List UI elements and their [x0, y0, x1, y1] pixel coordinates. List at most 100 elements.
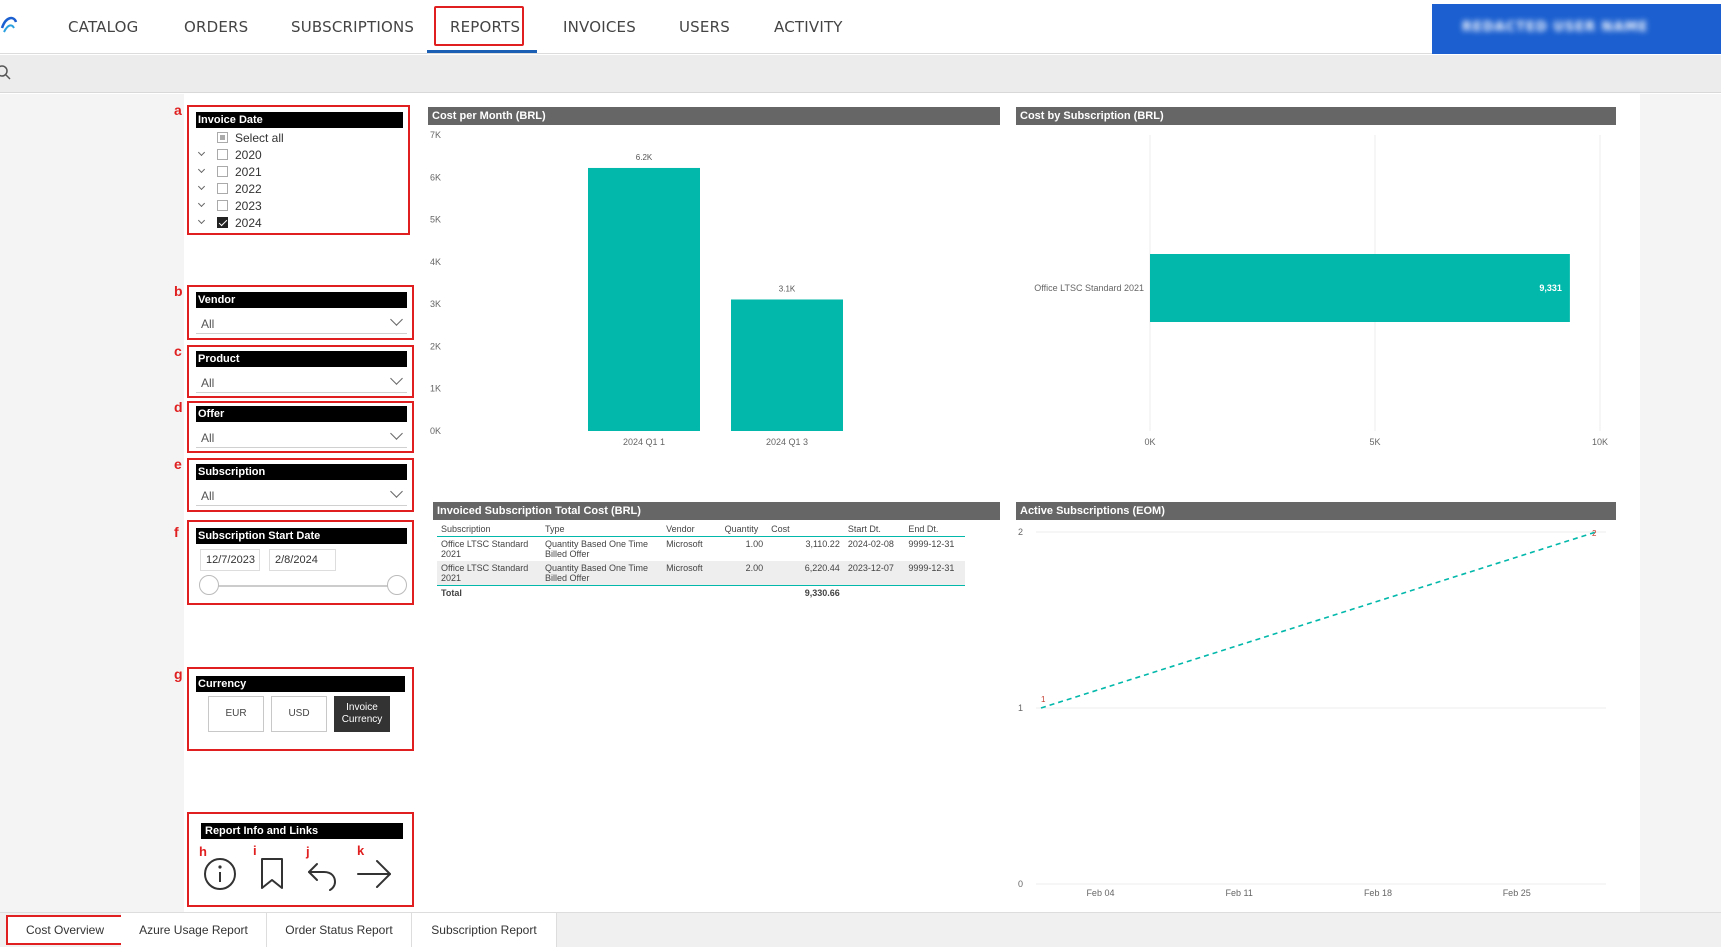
column-header[interactable]: Subscription — [437, 522, 541, 537]
report-info-links: Report Info and Links h i j k — [187, 812, 414, 907]
nav-tab-activity[interactable]: ACTIVITY — [774, 18, 843, 36]
arrow-right-icon[interactable] — [355, 856, 395, 892]
offer-slicer[interactable]: Offer All — [187, 401, 414, 453]
info-icon[interactable] — [202, 856, 238, 892]
column-header-sorted[interactable]: Start Dt. — [844, 522, 905, 537]
point-data-label: 1 — [1041, 695, 1046, 704]
date-slider-track[interactable] — [209, 585, 399, 587]
expand-chevron-icon[interactable] — [197, 216, 206, 225]
bar[interactable] — [588, 167, 700, 432]
currency-eur-button[interactable]: EUR — [208, 696, 264, 732]
currency-usd-button[interactable]: USD — [271, 696, 327, 732]
y-axis-tick-label: 2K — [430, 341, 441, 351]
chevron-down-icon[interactable] — [390, 427, 403, 440]
expand-chevron-icon[interactable] — [197, 199, 206, 208]
page-tab-order-status[interactable]: Order Status Report — [267, 913, 412, 947]
column-header[interactable]: Type — [541, 522, 662, 537]
report-info-title: Report Info and Links — [201, 823, 403, 839]
column-header[interactable]: Cost — [767, 522, 844, 537]
annotation-letter-e: e — [174, 456, 182, 472]
bar-data-label: 9,331 — [1539, 283, 1562, 293]
invoice-date-slicer: Invoice Date Select all 2020 2021 2022 2… — [187, 105, 410, 235]
table-row[interactable]: Office LTSC Standard 2021 Quantity Based… — [437, 561, 965, 586]
table-row[interactable]: Office LTSC Standard 2021 Quantity Based… — [437, 537, 965, 562]
logo-icon — [0, 16, 18, 33]
chevron-down-icon[interactable] — [390, 485, 403, 498]
table-cell: Office LTSC Standard 2021 — [441, 563, 529, 583]
year-label: 2024 — [235, 216, 262, 230]
nav-tab-subscriptions[interactable]: SUBSCRIPTIONS — [291, 18, 414, 36]
select-all-checkbox[interactable] — [217, 132, 228, 143]
y-axis-tick-label: 7K — [430, 130, 441, 140]
date-slider-end-handle[interactable] — [387, 575, 407, 595]
search-icon[interactable] — [0, 65, 12, 81]
dropdown-underline — [196, 333, 407, 334]
vendor-slicer[interactable]: Vendor All — [187, 285, 414, 340]
annotation-letter-i: i — [253, 843, 257, 858]
series-line — [1040, 531, 1597, 709]
dropdown-underline — [196, 447, 407, 448]
x-axis-tick-label: Feb 04 — [1086, 888, 1114, 898]
invoice-date-title: Invoice Date — [196, 112, 403, 128]
bar[interactable] — [1150, 254, 1570, 322]
active-subscriptions-chart[interactable]: 0 1 2 Feb 04 Feb 11 Feb 18 Feb 25 1 2 — [1016, 522, 1616, 907]
report-page-tabs: Cost Overview Azure Usage Report Order S… — [0, 912, 1721, 947]
expand-chevron-icon[interactable] — [197, 148, 206, 157]
bar[interactable] — [731, 299, 843, 431]
currency-invoice-button[interactable]: Invoice Currency — [334, 696, 390, 732]
report-canvas: a Invoice Date Select all 2020 2021 2022 — [174, 94, 1640, 912]
table-header-row: Subscription Type Vendor Quantity Cost S… — [437, 522, 965, 537]
annotation-letter-d: d — [174, 399, 183, 415]
cost-by-subscription-chart[interactable]: 0K 5K 10K 9,331 Office LTSC Standard 2021 — [1016, 127, 1616, 449]
column-header[interactable]: Quantity — [721, 522, 767, 537]
nav-tab-catalog[interactable]: CATALOG — [68, 18, 138, 36]
total-value: 9,330.66 — [804, 588, 840, 598]
x-axis-tick-label: 10K — [1592, 437, 1608, 447]
user-name: REDACTED USER NAME — [1462, 20, 1649, 34]
invoiced-subscription-table: Subscription Type Vendor Quantity Cost S… — [437, 522, 965, 600]
page-tab-cost-overview[interactable]: Cost Overview — [6, 915, 124, 945]
cost-per-month-chart[interactable]: 0K 1K 2K 3K 4K 5K 6K 7K 6.2K 2024 Q1 1 3.1K 2024 Q1… — [428, 127, 1000, 449]
product-slicer[interactable]: Product All — [187, 345, 414, 398]
offer-title: Offer — [196, 406, 407, 422]
page-tab-subscription-report[interactable]: Subscription Report — [412, 913, 557, 947]
subscription-slicer[interactable]: Subscription All — [187, 458, 414, 512]
expand-chevron-icon[interactable] — [197, 165, 206, 174]
year-checkbox[interactable] — [217, 166, 228, 177]
nav-tab-users[interactable]: USERS — [679, 18, 730, 36]
currency-title: Currency — [196, 676, 405, 692]
bookmark-icon[interactable] — [258, 856, 286, 892]
start-date-from-input[interactable]: 12/7/2023 — [200, 549, 260, 571]
year-checkbox-checked[interactable] — [217, 217, 228, 228]
chevron-down-icon[interactable] — [390, 313, 403, 326]
start-date-to-input[interactable]: 2/8/2024 — [269, 549, 336, 571]
nav-tab-invoices[interactable]: INVOICES — [563, 18, 636, 36]
user-account-menu[interactable]: REDACTED USER NAME — [1432, 4, 1721, 54]
x-axis-tick-label: 5K — [1369, 437, 1380, 447]
search-bar[interactable] — [0, 55, 1721, 93]
back-icon[interactable] — [304, 856, 342, 892]
right-gutter — [1640, 94, 1721, 912]
year-checkbox[interactable] — [217, 183, 228, 194]
table-cell: 3,110.22 — [805, 539, 840, 549]
year-checkbox[interactable] — [217, 200, 228, 211]
product-title: Product — [196, 351, 407, 367]
date-slider-start-handle[interactable] — [199, 575, 219, 595]
column-header[interactable]: End Dt. — [904, 522, 965, 537]
annotation-letter-a: a — [174, 102, 182, 118]
column-header[interactable]: Vendor — [662, 522, 721, 537]
invoiced-table-title: Invoiced Subscription Total Cost (BRL) — [433, 502, 1000, 520]
table-cell: 2.00 — [745, 563, 764, 573]
chevron-down-icon[interactable] — [390, 372, 403, 385]
annotation-letter-f: f — [174, 524, 179, 540]
product-value: All — [201, 376, 215, 390]
year-label: 2023 — [235, 199, 262, 213]
x-axis-tick-label: Feb 18 — [1364, 888, 1392, 898]
dropdown-underline — [196, 392, 407, 393]
currency-slicer: Currency EUR USD Invoice Currency — [187, 667, 414, 751]
nav-tab-orders[interactable]: ORDERS — [184, 18, 248, 36]
nav-tab-reports[interactable]: REPORTS — [450, 18, 520, 36]
year-checkbox[interactable] — [217, 149, 228, 160]
expand-chevron-icon[interactable] — [197, 182, 206, 191]
page-tab-azure-usage[interactable]: Azure Usage Report — [121, 913, 267, 947]
